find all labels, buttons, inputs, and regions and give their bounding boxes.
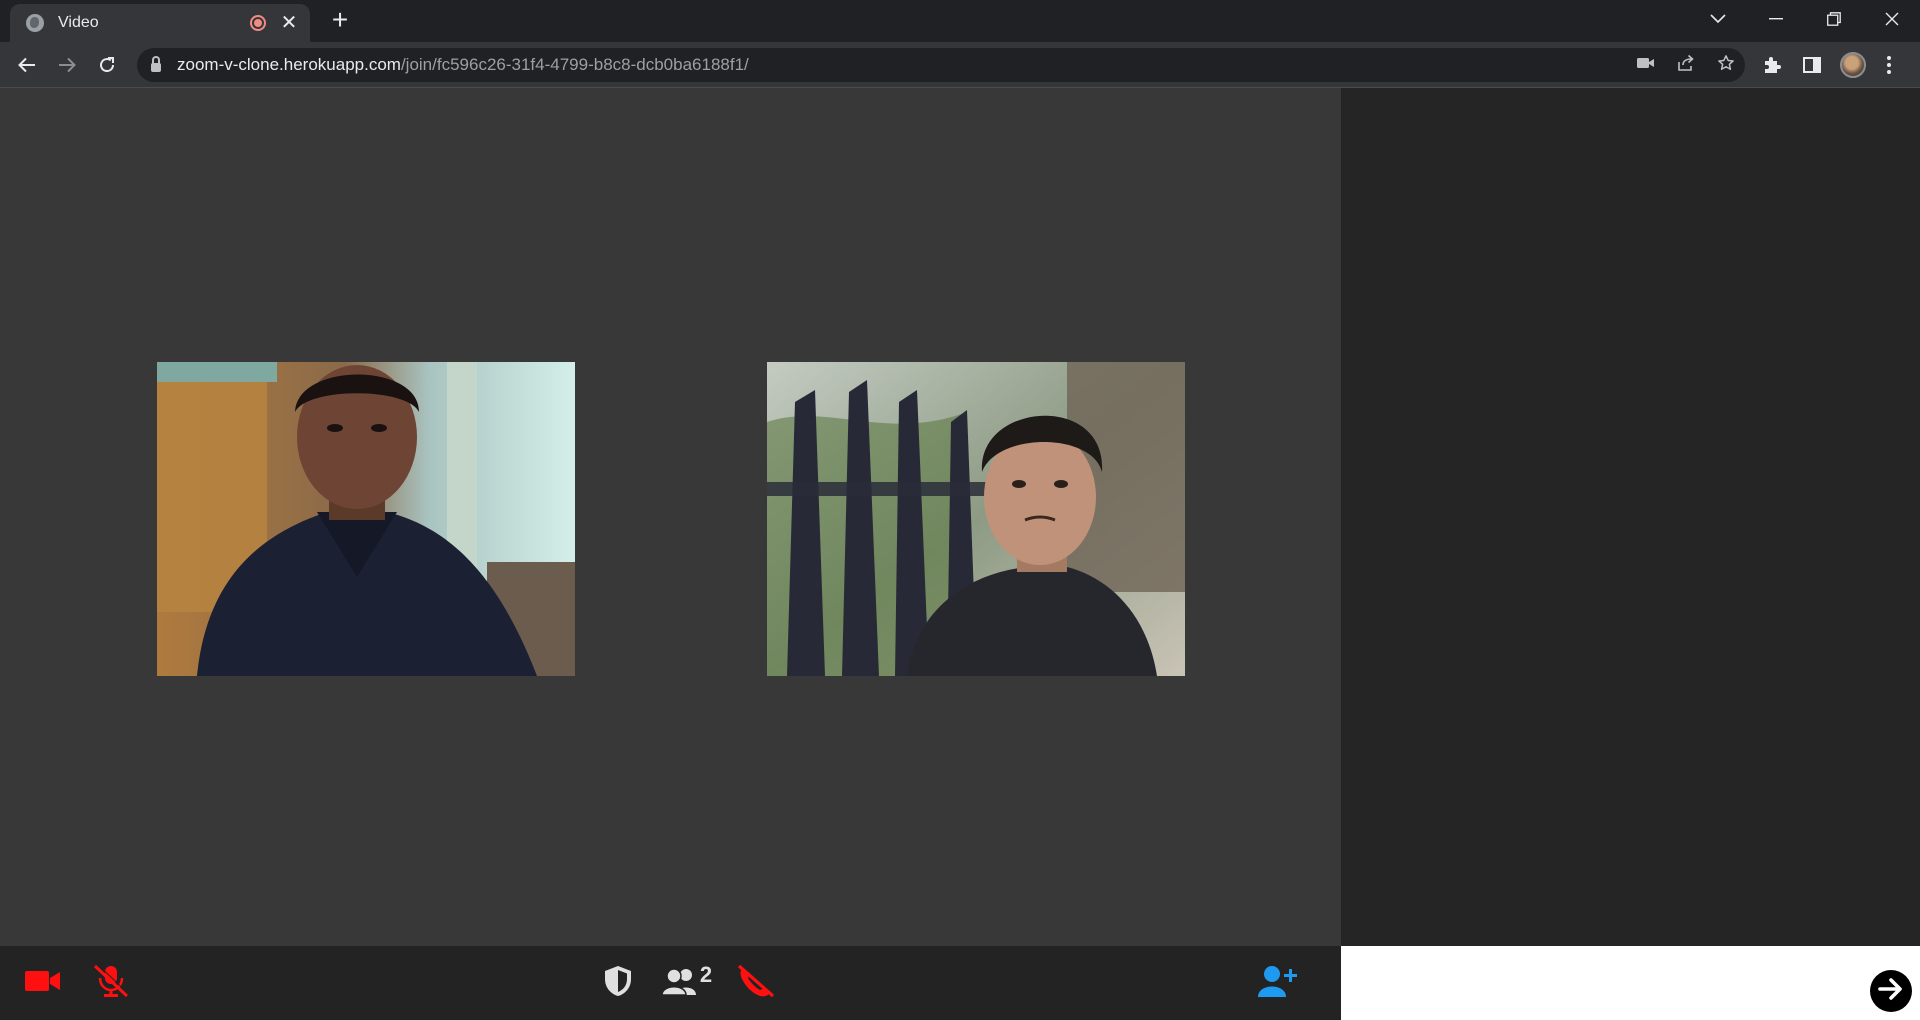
camera-toggle-button[interactable] (22, 946, 64, 1020)
microphone-toggle-button[interactable] (88, 946, 134, 1020)
video-remote-participant (767, 362, 1185, 676)
participants-button[interactable]: 2 (658, 946, 716, 1020)
camera-in-use-icon[interactable] (1637, 56, 1655, 74)
browser-menu-icon[interactable] (1886, 48, 1892, 82)
invite-participant-button[interactable] (1256, 946, 1300, 1020)
browser-toolbar: zoom-v-clone.herokuapp.com /join/fc596c2… (0, 42, 1920, 88)
tab-title: Video (58, 14, 99, 31)
video-grid (0, 88, 1341, 946)
profile-avatar[interactable] (1840, 48, 1866, 82)
recording-indicator-icon (250, 15, 266, 31)
extensions-puzzle-icon[interactable] (1762, 48, 1782, 82)
security-button[interactable] (600, 946, 636, 1020)
send-message-button[interactable] (1870, 970, 1912, 1012)
new-tab-button[interactable]: + (325, 6, 355, 36)
participant-count: 2 (699, 962, 713, 987)
url-path: /join/fc596c26-31f4-4799-b8c8-dcb0ba6188… (400, 55, 749, 74)
browser-tab-video[interactable]: Video ✕ (10, 4, 310, 42)
side-panel-icon[interactable] (1803, 48, 1821, 82)
close-window-icon[interactable] (1864, 0, 1920, 38)
bookmark-star-icon[interactable] (1717, 54, 1735, 77)
lock-icon[interactable] (151, 56, 161, 72)
globe-icon (26, 14, 44, 32)
forward-arrow-icon[interactable] (50, 48, 84, 82)
chat-panel (1341, 88, 1920, 946)
microphone-muted-icon (92, 963, 130, 1003)
arrow-right-icon (1878, 977, 1904, 1005)
end-call-icon (736, 963, 776, 1004)
browser-tab-strip: Video ✕ + (0, 0, 1920, 42)
video-camera-icon (25, 969, 61, 998)
share-icon[interactable] (1677, 54, 1695, 77)
video-local-participant (157, 362, 575, 676)
leave-call-button[interactable] (734, 946, 778, 1020)
url-host: zoom-v-clone.herokuapp.com (177, 55, 401, 74)
meeting-controls: 2 (0, 946, 1341, 1020)
restore-window-icon[interactable] (1806, 0, 1862, 38)
address-bar[interactable]: zoom-v-clone.herokuapp.com /join/fc596c2… (137, 48, 1745, 82)
shield-icon (603, 965, 633, 1002)
tab-search-chevron-icon[interactable] (1690, 0, 1746, 38)
tab-close-icon[interactable]: ✕ (280, 13, 298, 33)
meeting-page: 2 (0, 88, 1920, 1020)
minimize-window-icon[interactable] (1748, 0, 1804, 38)
chat-message-input[interactable] (1341, 946, 1861, 1020)
chat-input-bar (1341, 946, 1920, 1020)
add-user-icon (1258, 965, 1298, 1002)
users-icon (661, 967, 698, 1000)
back-arrow-icon[interactable] (10, 48, 44, 82)
reload-icon[interactable] (90, 48, 124, 82)
